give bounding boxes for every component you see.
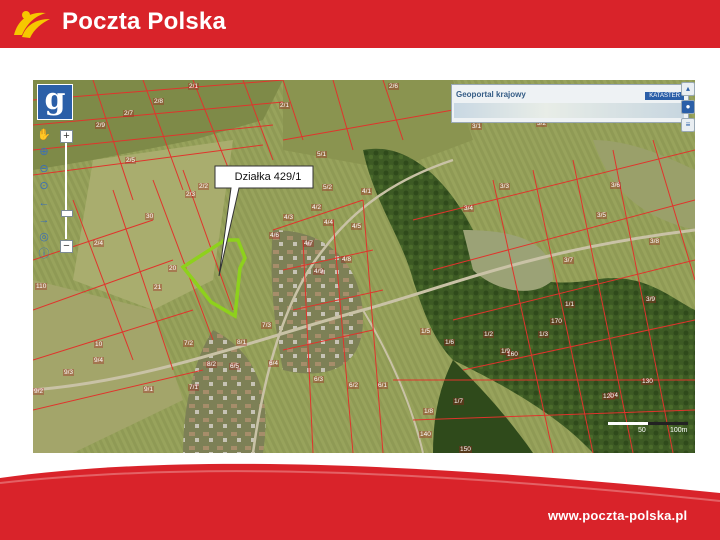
parcel-label: 2/6 [388, 83, 400, 90]
parcel-label: 6/1 [377, 382, 389, 389]
parcel-label: 7/1 [188, 384, 200, 391]
banner-label: KATASTER [645, 92, 684, 100]
zoom-track[interactable] [65, 143, 67, 239]
zoom-slider[interactable]: + − [60, 130, 73, 253]
parcel-label: 110 [35, 283, 48, 290]
parcel-label: 1/7 [453, 398, 465, 405]
scale-label-mid: 50 [638, 427, 646, 434]
poczta-polska-logo-icon [14, 11, 50, 38]
left-toolbar: ✋ ⊕ ⊖ ⊙ ← → ◎ ⓘ [37, 128, 55, 264]
parcel-callout-label: Działka 429/1 [234, 171, 302, 183]
parcel-label: 30 [145, 213, 155, 220]
banner-title: Geoportal krajowy [456, 90, 526, 99]
parcel-label: 4/6 [269, 232, 281, 239]
parcel-label: 4/3 [283, 214, 295, 221]
parcel-label: 2/8 [153, 98, 165, 105]
parcel-label: 2/2 [198, 183, 210, 190]
parcel-label: 3/5 [596, 212, 608, 219]
parcel-label: 130 [641, 378, 654, 385]
parcel-label: 9/3 [63, 369, 75, 376]
parcel-label: 4/4 [323, 219, 335, 226]
parcel-label: 10 [94, 341, 104, 348]
footer-url[interactable]: www.poczta-polska.pl [548, 508, 687, 523]
geoportal-banner: Geoportal krajowy KATASTER [451, 84, 689, 123]
footer-wave [0, 463, 720, 540]
parcel-label: 2/1 [279, 102, 291, 109]
parcel-label: 3/3 [499, 183, 511, 190]
parcel-label: 120 [602, 393, 615, 400]
parcel-label: 3/1 [471, 123, 483, 130]
parcel-label: 140 [419, 431, 432, 438]
globe-icon[interactable]: ◎ [37, 230, 51, 244]
parcel-label: 8/1 [236, 339, 248, 346]
parcel-label: 2/4 [93, 240, 105, 247]
parcel-label: 9/1 [143, 386, 155, 393]
scale-label-end: 100m [670, 427, 688, 434]
zoom-in-icon[interactable]: ⊕ [37, 145, 51, 159]
info-icon[interactable]: ⓘ [37, 247, 51, 261]
expand-icon[interactable]: ▴ [681, 82, 695, 96]
zoom-box-icon[interactable]: ⊙ [37, 179, 51, 193]
parcel-label: 2/9 [95, 122, 107, 129]
parcel-label: 150 [459, 446, 472, 453]
map-canvas[interactable] [33, 80, 695, 453]
parcel-label: 1/5 [420, 328, 432, 335]
parcel-label: 6/2 [348, 382, 360, 389]
parcel-label: 2/3 [185, 191, 197, 198]
banner-map-strip [454, 103, 684, 118]
parcel-label: 7/3 [261, 322, 273, 329]
eye-icon[interactable]: ● [681, 100, 695, 114]
parcel-label: 4/2 [311, 204, 323, 211]
parcel-label: 1/3 [538, 331, 550, 338]
parcel-label: 21 [153, 284, 163, 291]
parcel-label: 6/4 [268, 360, 280, 367]
parcel-label: 170 [550, 318, 563, 325]
parcel-label: 20 [168, 265, 178, 272]
parcel-label: 4/8 [341, 256, 353, 263]
parcel-label: 1/6 [444, 339, 456, 346]
parcel-label: 2/1 [188, 83, 200, 90]
parcel-label: 1/8 [423, 408, 435, 415]
parcel-label: 6/5 [229, 363, 241, 370]
layers-icon[interactable]: ≡ [681, 118, 695, 132]
parcel-label: 3/7 [563, 257, 575, 264]
parcel-label: 6/3 [313, 376, 325, 383]
parcel-label: 2/5 [125, 157, 137, 164]
parcel-label: 8/2 [206, 361, 218, 368]
parcel-label: 3/4 [463, 205, 475, 212]
parcel-label: 1/2 [483, 331, 495, 338]
right-toolbar: ▴ ● ≡ [681, 82, 695, 136]
geoportal-logo-icon[interactable]: g [37, 84, 73, 120]
back-arrow-icon[interactable]: ← [37, 196, 51, 210]
parcel-label: 3/6 [610, 182, 622, 189]
parcel-label: 3/8 [649, 238, 661, 245]
parcel-label: 4/7 [303, 240, 315, 247]
zoom-out-icon[interactable]: ⊖ [37, 162, 51, 176]
zoom-minus-button[interactable]: − [60, 240, 73, 253]
parcel-label: 7/2 [183, 340, 195, 347]
parcel-label: 2/7 [123, 110, 135, 117]
parcel-label: 4/1 [361, 188, 373, 195]
parcel-label: 4/5 [351, 223, 363, 230]
parcel-label: 4/9 [313, 268, 325, 275]
top-header-bar: Poczta Polska [0, 0, 720, 48]
parcel-label: 3/9 [645, 296, 657, 303]
parcel-label: 5/1 [316, 151, 328, 158]
pan-hand-icon[interactable]: ✋ [37, 128, 51, 142]
cadastral-map[interactable]: Działka 429/1 2/1 2/6 2/7 2/9 2/8 2/1 2/… [33, 80, 695, 453]
parcel-label: 9/4 [93, 357, 105, 364]
brand-name: Poczta Polska [62, 8, 227, 35]
zoom-knob[interactable] [61, 210, 73, 217]
parcel-label: 1/1 [564, 301, 576, 308]
parcel-label: 5/2 [322, 184, 334, 191]
forward-arrow-icon[interactable]: → [37, 213, 51, 227]
parcel-label: 9/2 [33, 388, 45, 395]
parcel-label: 160 [506, 351, 519, 358]
zoom-plus-button[interactable]: + [60, 130, 73, 143]
